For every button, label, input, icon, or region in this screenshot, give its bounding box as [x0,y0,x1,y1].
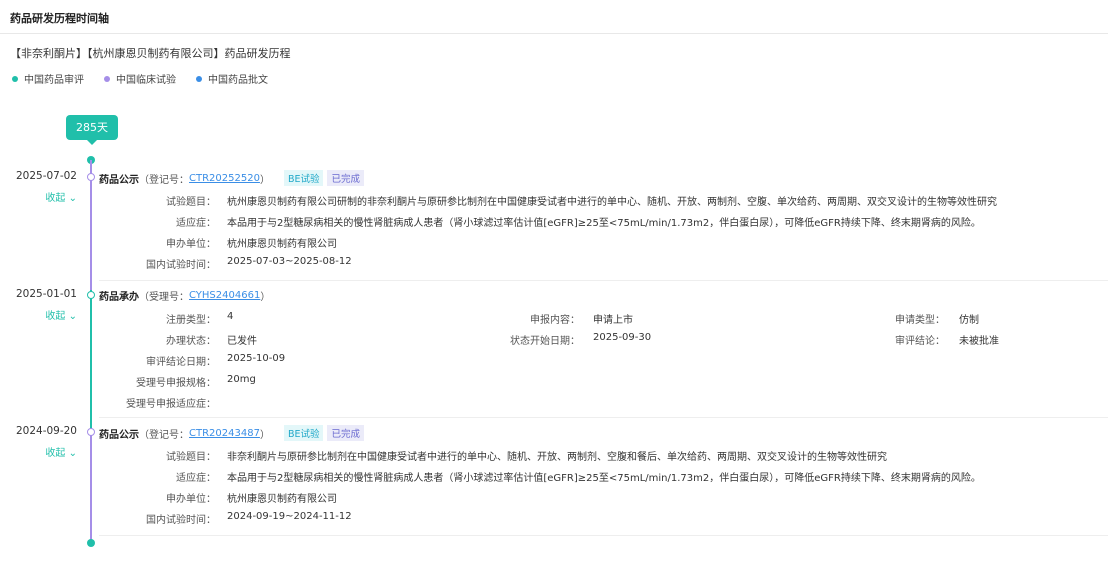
chevron-down-icon: ⌄ [68,448,77,459]
field-value: 本品用于与2型糖尿病相关的慢性肾脏病成人患者（肾小球滤过率估计值[eGFR]≥2… [227,473,981,484]
collapse-toggle[interactable]: 收起 ⌄ [0,444,77,459]
id-close: ） [260,292,271,303]
field-value: 2025-09-30 [593,332,652,343]
field-value: 杭州康恩贝制药有限公司 [227,494,337,505]
timeline-segment [90,290,92,430]
collapse-toggle[interactable]: 收起 ⌄ [0,189,77,204]
field-value: 已发件 [227,336,257,347]
id-label: （受理号： [139,292,189,303]
field-label: 国内试验时间： [146,260,216,271]
chevron-down-icon: ⌄ [68,193,77,204]
field-label: 申报内容： [530,315,580,326]
field-label: 适应症： [176,218,216,229]
field-value: 杭州康恩贝制药有限公司研制的非奈利酮片与原研参比制剂在中国健康受试者中进行的单中… [227,197,997,208]
entry-divider [99,280,1108,281]
id-close: ） [259,429,270,441]
id-link[interactable]: CYHS2404661 [189,290,260,301]
id-label: （登记号： [139,174,189,186]
field-label: 申办单位： [166,494,216,505]
panel-title: 药品研发历程时间轴 [0,0,1108,34]
page-subtitle: 【非奈利酮片】【杭州康恩贝制药有限公司】药品研发历程 [10,47,291,60]
entry-date: 2024-09-20 [15,425,77,437]
entry-date: 2025-07-02 [15,170,77,182]
field-value: 2025-07-03~2025-08-12 [227,256,352,267]
field-label: 申请类型： [895,315,945,326]
field-label: 适应症： [176,473,216,484]
trial-type-tag: BE试验 [283,425,324,441]
entry-header: 药品公示 （登记号： CTR20252520） BE试验 已完成 [99,170,364,186]
field-label: 试验题目： [166,452,216,463]
legend-dot-icon [104,76,110,82]
field-label: 办理状态： [166,336,216,347]
entry-type: 药品公示 [99,174,139,186]
status-tag: 已完成 [327,425,364,441]
field-label: 受理号申报规格： [136,378,216,389]
field-value: 申请上市 [593,315,633,326]
field-label: 审评结论： [895,336,945,347]
collapse-toggle[interactable]: 收起 ⌄ [0,307,77,322]
legend-label: 中国药品审评 [24,75,84,86]
id-close: ） [259,174,270,186]
entry-divider [99,417,1108,418]
legend-label: 中国临床试验 [116,75,176,86]
id-link[interactable]: CTR20252520 [189,173,260,184]
field-value: 20mg [227,374,256,385]
legend-dot-icon [196,76,202,82]
entry-divider [99,535,1108,536]
collapse-label: 收起 [45,193,66,204]
legend-label: 中国药品批文 [208,75,268,86]
field-label: 注册类型： [166,315,216,326]
legend: 中国药品审评 中国临床试验 中国药品批文 [12,71,268,86]
id-link[interactable]: CTR20243487 [189,428,260,439]
collapse-label: 收起 [45,311,66,322]
entry-header: 药品承办 （受理号： CYHS2404661） [99,288,270,303]
field-label: 申办单位： [166,239,216,250]
timeline-node-icon [87,428,95,436]
timeline-node-icon [87,291,95,299]
field-value: 本品用于与2型糖尿病相关的慢性肾脏病成人患者（肾小球滤过率估计值[eGFR]≥2… [227,218,981,229]
timeline-end-dot [87,539,95,547]
duration-badge: 285天 [66,115,118,145]
legend-item-review[interactable]: 中国药品审评 [12,71,84,86]
legend-dot-icon [12,76,18,82]
field-value: 非奈利酮片与原研参比制剂在中国健康受试者中进行的单中心、随机、开放、两制剂、空腹… [227,452,887,463]
field-label: 状态开始日期： [510,336,580,347]
collapse-label: 收起 [45,448,66,459]
field-label: 受理号申报适应症： [126,399,216,410]
entry-header: 药品公示 （登记号： CTR20243487） BE试验 已完成 [99,425,364,441]
field-value: 仿制 [959,315,979,326]
field-value: 2025-10-09 [227,353,286,364]
field-value: 未被批准 [959,336,999,347]
field-label: 试验题目： [166,197,216,208]
entry-type: 药品公示 [99,429,139,441]
entry-date: 2025-01-01 [15,288,77,300]
status-tag: 已完成 [327,170,364,186]
entry-type: 药品承办 [99,292,139,303]
trial-type-tag: BE试验 [283,170,324,186]
legend-item-approval[interactable]: 中国药品批文 [196,71,268,86]
id-label: （登记号： [139,429,189,441]
field-value: 2024-09-19~2024-11-12 [227,511,352,522]
field-label: 审评结论日期： [146,357,216,368]
field-value: 4 [227,311,234,322]
field-value: 杭州康恩贝制药有限公司 [227,239,337,250]
timeline-node-icon [87,173,95,181]
legend-item-clinical[interactable]: 中国临床试验 [104,71,176,86]
field-label: 国内试验时间： [146,515,216,526]
chevron-down-icon: ⌄ [68,311,77,322]
timeline-segment [90,430,92,543]
